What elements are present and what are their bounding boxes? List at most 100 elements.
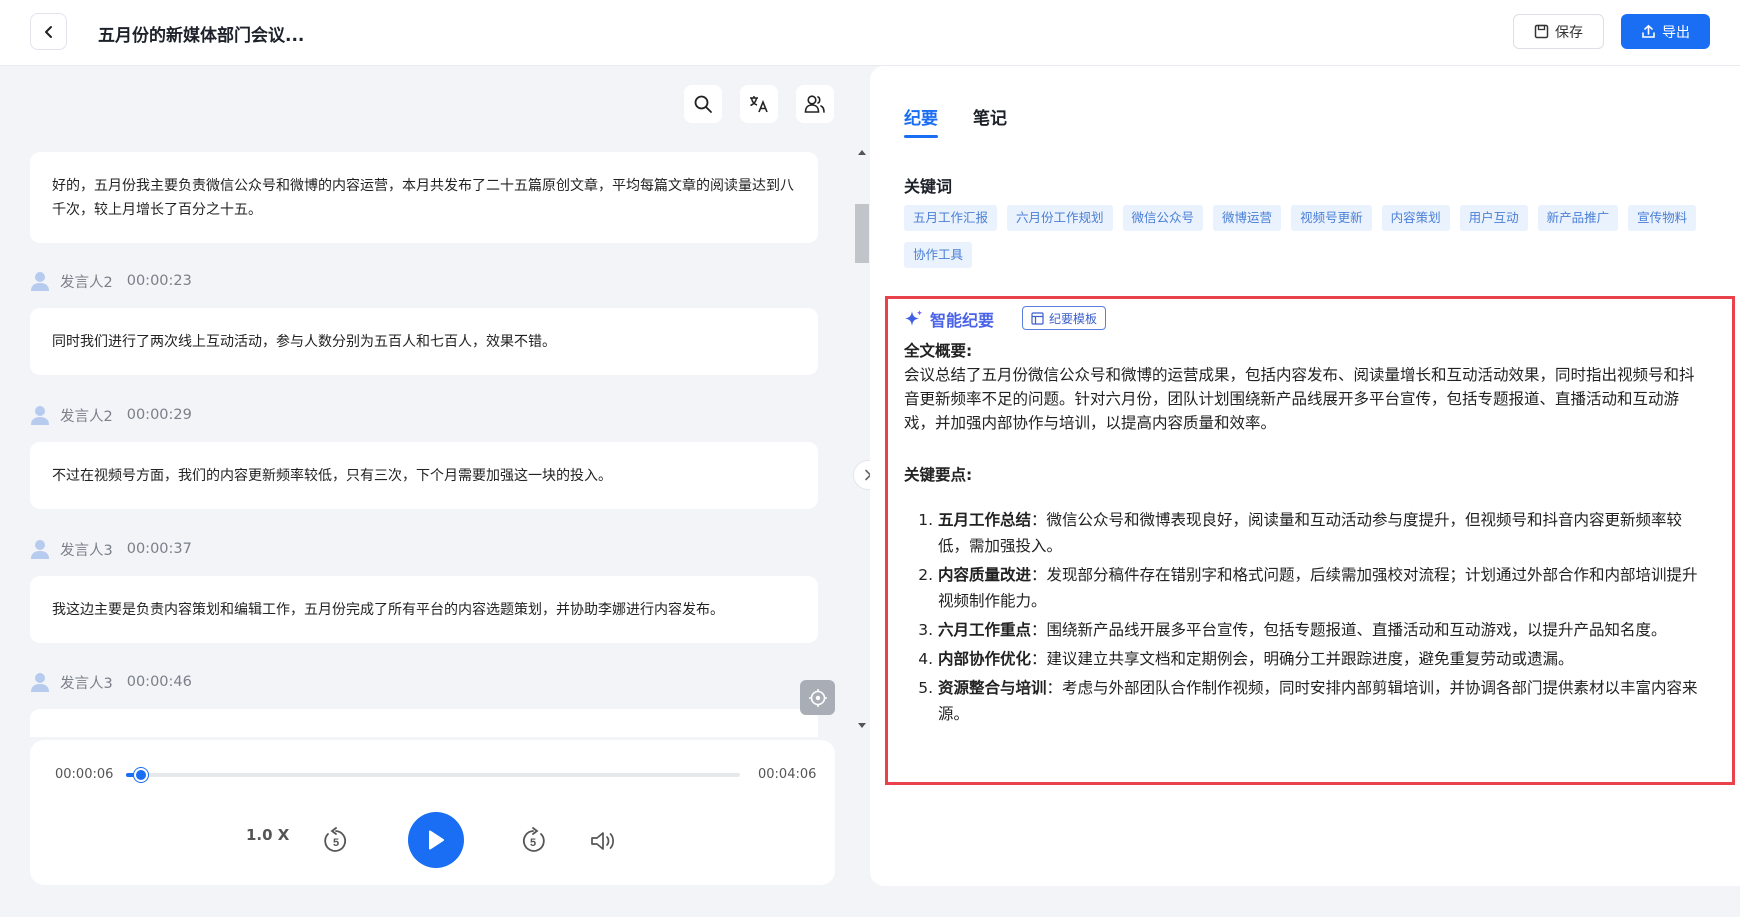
transcript-bubble: 不过在视频号方面，我们的内容更新频率较低，只有三次，下个月需要加强这一块的投入。 [30,442,818,509]
transcript-bubble: 好的，五月份我主要负责微信公众号和微博的内容运营，本月共发布了二十五篇原创文章，… [30,152,818,243]
export-button[interactable]: 导出 [1621,14,1710,49]
speaker-name: 发言人3 [60,675,113,692]
key-point-title: 五月工作总结 [938,511,1032,529]
transcript-list: 好的，五月份我主要负责微信公众号和微博的内容运营，本月共发布了二十五篇原创文章，… [30,152,818,737]
key-point-text: ：微信公众号和微博表现良好，阅读量和互动活动参与度提升，但视频号和抖音内容更新频… [938,511,1683,555]
key-points-label: 关键要点: [904,466,973,484]
avatar-icon [31,673,49,692]
keyword-tag[interactable]: 新产品推广 [1537,205,1619,231]
volume-button[interactable] [588,826,618,856]
volume-icon [591,832,614,850]
keyword-tag[interactable]: 宣传物料 [1628,205,1697,231]
speaker-name: 发言人2 [60,274,113,291]
transcript-bubble: 同时我们进行了两次线上互动活动，参与人数分别为五百人和七百人，效果不错。 [30,308,818,375]
key-point-title: 六月工作重点 [938,621,1032,639]
speaker-name: 发言人3 [60,542,113,559]
key-point-title: 资源整合与培训 [938,679,1047,697]
tab-summary[interactable]: 纪要 [904,104,938,138]
avatar-icon [31,540,49,559]
speakers-button[interactable] [796,85,834,123]
keyword-tag[interactable]: 五月工作汇报 [904,205,998,231]
back-icon [44,25,52,38]
keyword-tag[interactable]: 用户互动 [1459,205,1528,231]
locate-icon [808,688,827,707]
key-point-text: ：考虑与外部团队合作制作视频，同时安排内部剪辑培训，并协调各部门提供素材以丰富内… [938,679,1698,723]
progress-thumb[interactable] [133,768,148,782]
save-label: 保存 [1555,24,1583,41]
scroll-down-arrow[interactable] [858,723,866,728]
key-point-item: 六月工作重点：围绕新产品线开展多平台宣传，包括专题报道、直播活动和互动游戏，以提… [938,617,1704,643]
key-point-item: 内容质量改进：发现部分稿件存在错别字和格式问题，后续需加强校对流程；计划通过外部… [938,562,1704,614]
transcript-text: 我这边主要是负责内容策划和编辑工作，五月份完成了所有平台的内容选题策划，并协助李… [52,601,724,618]
smart-summary-title: 智能纪要 [904,307,994,331]
search-button[interactable] [684,85,722,123]
speaker-time[interactable]: 00:00:46 [127,674,192,690]
page-title: 五月份的新媒体部门会议... [98,26,305,46]
key-points: 关键要点: 五月工作总结：微信公众号和微博表现良好，阅读量和互动活动参与度提升，… [904,463,1704,730]
keywords-title: 关键词 [904,177,953,196]
keyword-tag[interactable]: 视频号更新 [1291,205,1372,231]
speaker-time[interactable]: 00:00:37 [127,541,192,557]
keyword-tag[interactable]: 微信公众号 [1122,205,1204,231]
top-bar: 五月份的新媒体部门会议... 保存 导出 [0,0,1740,66]
rewind-button[interactable]: 5 [321,826,351,856]
search-icon [694,95,712,113]
summary-panel: 纪要 笔记 关键词 五月工作汇报 六月份工作规划 微信公众号 微博运营 视频号更… [870,66,1740,886]
overview: 全文概要: 会议总结了五月份微信公众号和微博的运营成果，包括内容发布、阅读量增长… [904,339,1704,435]
key-point-item: 内部协作优化：建议建立共享文档和定期例会，明确分工并跟踪进度，避免重复劳动或遗漏… [938,646,1704,672]
smart-summary-label: 智能纪要 [930,311,995,330]
play-icon [429,830,444,850]
translate-icon [750,96,768,113]
smart-summary-section: 智能纪要 纪要模板 全文概要: 会议总结了五月份微信公众号和微博的运营成果，包括… [885,296,1735,785]
scroll-thumb[interactable] [855,204,869,263]
current-time: 00:00:06 [55,767,114,782]
keyword-list: 五月工作汇报 六月份工作规划 微信公众号 微博运营 视频号更新 内容策划 用户互… [904,205,1724,268]
key-point-text: ：围绕新产品线开展多平台宣传，包括专题报道、直播活动和互动游戏，以提升产品知名度… [1031,621,1667,639]
locate-button[interactable] [800,680,835,715]
avatar-icon [31,406,49,425]
transcript-scrollbar[interactable] [855,146,869,736]
template-button[interactable]: 纪要模板 [1022,306,1107,330]
transcript-bubble: 我这边主要是负责内容策划和编辑工作，五月份完成了所有平台的内容选题策划，并协助李… [30,576,818,643]
export-label: 导出 [1662,24,1690,41]
save-button[interactable]: 保存 [1513,14,1604,49]
avatar-icon [31,272,49,291]
keyword-tag[interactable]: 协作工具 [904,242,973,268]
transcript-text: 好的，五月份我主要负责微信公众号和微博的内容运营，本月共发布了二十五篇原创文章，… [52,177,794,218]
overview-text: 会议总结了五月份微信公众号和微博的运营成果，包括内容发布、阅读量增长和互动活动效… [904,366,1695,432]
back-button[interactable] [30,13,67,50]
keyword-tag[interactable]: 六月份工作规划 [1007,205,1113,231]
translate-button[interactable] [740,85,778,123]
audio-player: 00:00:06 00:04:06 1.0 X 5 5 [30,740,835,885]
forward-5-icon: 5 [522,827,545,852]
overview-label: 全文概要: [904,342,973,360]
speakers-icon [804,95,825,113]
play-button[interactable] [408,812,464,868]
speaker-name: 发言人2 [60,408,113,425]
transcript-text: 同时我们进行了两次线上互动活动，参与人数分别为五百人和七百人，效果不错。 [52,333,556,350]
forward-button[interactable]: 5 [518,826,548,856]
speaker-time[interactable]: 00:00:29 [127,407,192,423]
progress-track[interactable] [126,768,740,782]
speed-button[interactable]: 1.0 X [246,826,289,844]
scroll-up-arrow[interactable] [858,150,866,155]
template-icon [1031,311,1044,325]
speaker-row: 发言人3 00:00:37 [30,536,192,562]
rewind-seconds: 5 [333,837,339,849]
total-time: 00:04:06 [758,767,817,782]
keyword-tag[interactable]: 内容策划 [1381,205,1450,231]
speaker-row: 发言人2 00:00:29 [30,402,192,428]
sparkle-icon [905,310,923,326]
transcript-bubble [30,709,818,737]
keyword-tag[interactable]: 微博运营 [1213,205,1282,231]
tab-notes[interactable]: 笔记 [973,104,1007,129]
export-icon [1642,24,1655,38]
speaker-row: 发言人3 00:00:46 [30,669,192,695]
key-point-title: 内部协作优化 [938,650,1032,668]
key-point-title: 内容质量改进 [938,566,1032,584]
speaker-time[interactable]: 00:00:23 [127,273,192,289]
key-point-item: 五月工作总结：微信公众号和微博表现良好，阅读量和互动活动参与度提升，但视频号和抖… [938,507,1704,559]
template-label: 纪要模板 [1049,311,1098,326]
key-points-list: 五月工作总结：微信公众号和微博表现良好，阅读量和互动活动参与度提升，但视频号和抖… [904,507,1704,727]
save-icon [1534,24,1549,39]
